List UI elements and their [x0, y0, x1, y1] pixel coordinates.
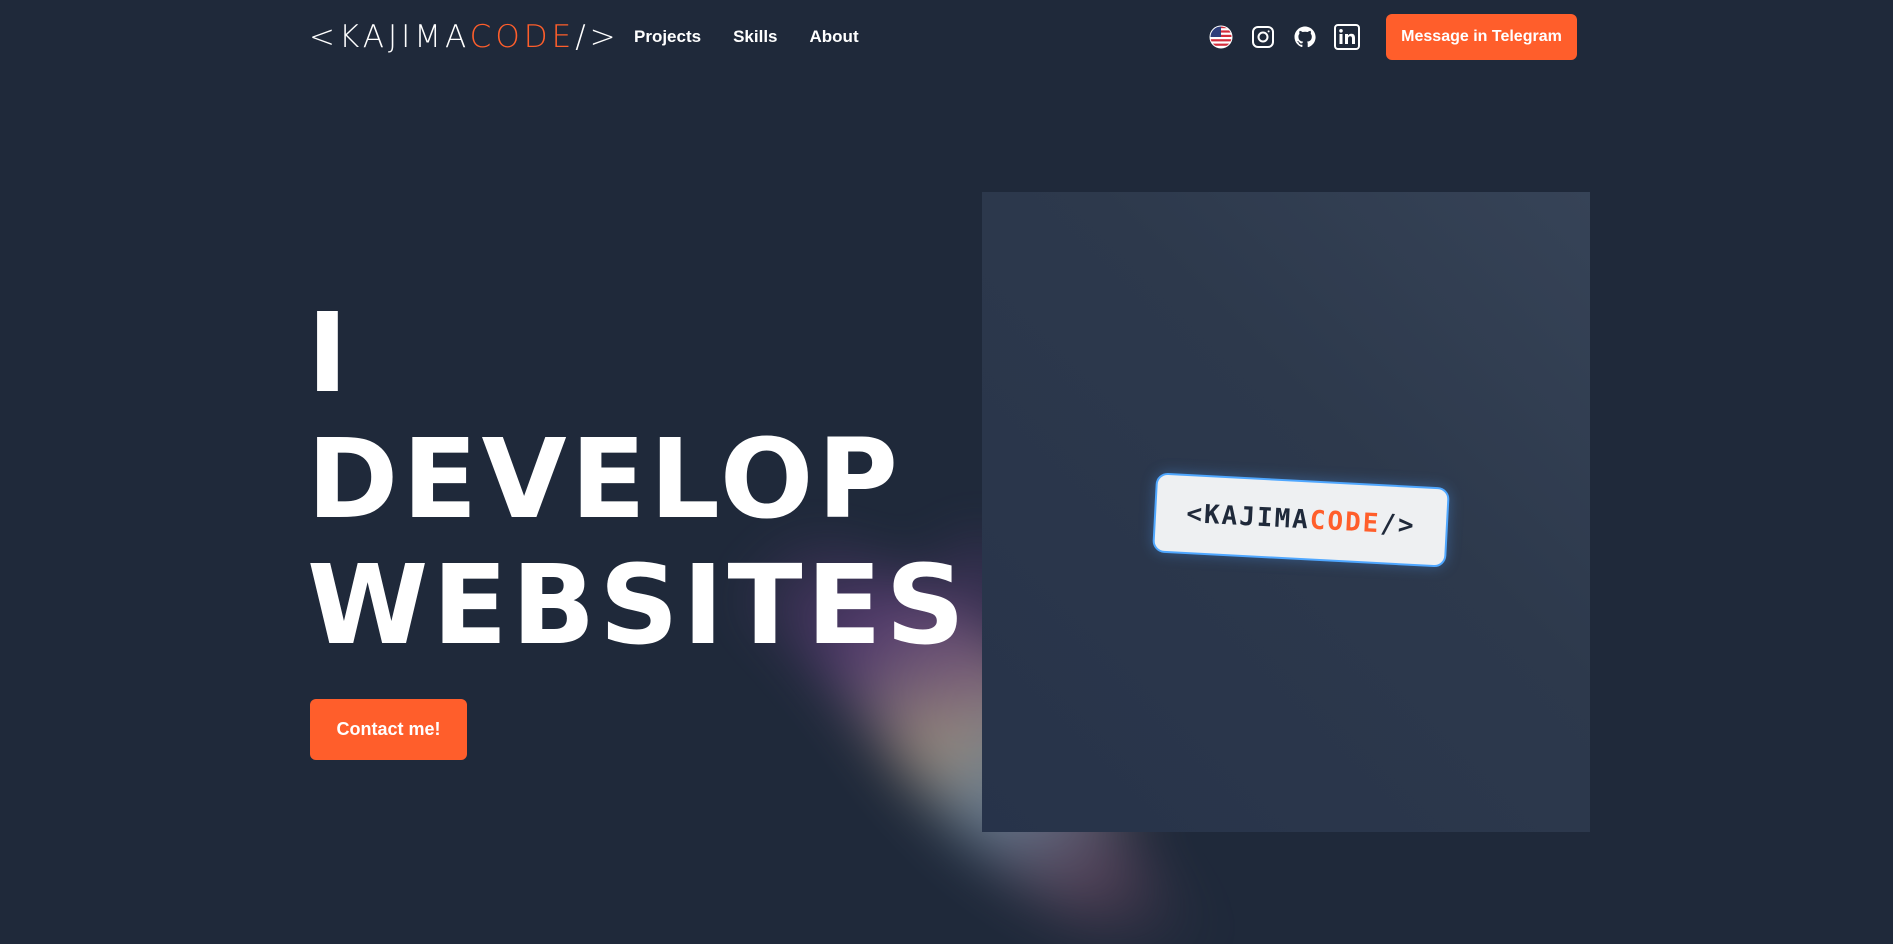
- logo-accent: CODE: [469, 19, 576, 55]
- contact-button[interactable]: Contact me!: [310, 699, 467, 760]
- github-icon[interactable]: [1292, 24, 1318, 50]
- us-flag-icon[interactable]: [1208, 24, 1234, 50]
- badge-prefix: <KAJIMA: [1185, 499, 1311, 536]
- badge-accent: CODE: [1309, 505, 1382, 540]
- hero-headline: I DEVELOP WEBSITES: [307, 290, 969, 668]
- main-nav: Projects Skills About: [634, 26, 859, 48]
- badge-suffix: />: [1379, 509, 1417, 541]
- headline-line-2: DEVELOP: [307, 415, 903, 543]
- site-header: <KAJIMACODE/> Projects Skills About Mess…: [0, 0, 1893, 76]
- logo-badge: <KAJIMACODE/>: [1152, 472, 1450, 568]
- page: <KAJIMACODE/> Projects Skills About Mess…: [0, 0, 1893, 944]
- headline-line-1: I: [307, 289, 352, 417]
- nav-link-projects[interactable]: Projects: [634, 26, 701, 48]
- header-icons: [1208, 24, 1360, 50]
- logo-suffix: />: [575, 19, 620, 55]
- site-logo[interactable]: <KAJIMACODE/>: [309, 18, 620, 56]
- linkedin-icon[interactable]: [1334, 24, 1360, 50]
- nav-link-about[interactable]: About: [810, 26, 859, 48]
- headline-line-3: WEBSITES: [307, 541, 969, 669]
- logo-prefix: <KAJIMA: [309, 19, 470, 55]
- telegram-button[interactable]: Message in Telegram: [1386, 14, 1577, 60]
- nav-link-skills[interactable]: Skills: [733, 26, 777, 48]
- badge-logo-text: <KAJIMACODE/>: [1186, 499, 1417, 541]
- instagram-icon[interactable]: [1250, 24, 1276, 50]
